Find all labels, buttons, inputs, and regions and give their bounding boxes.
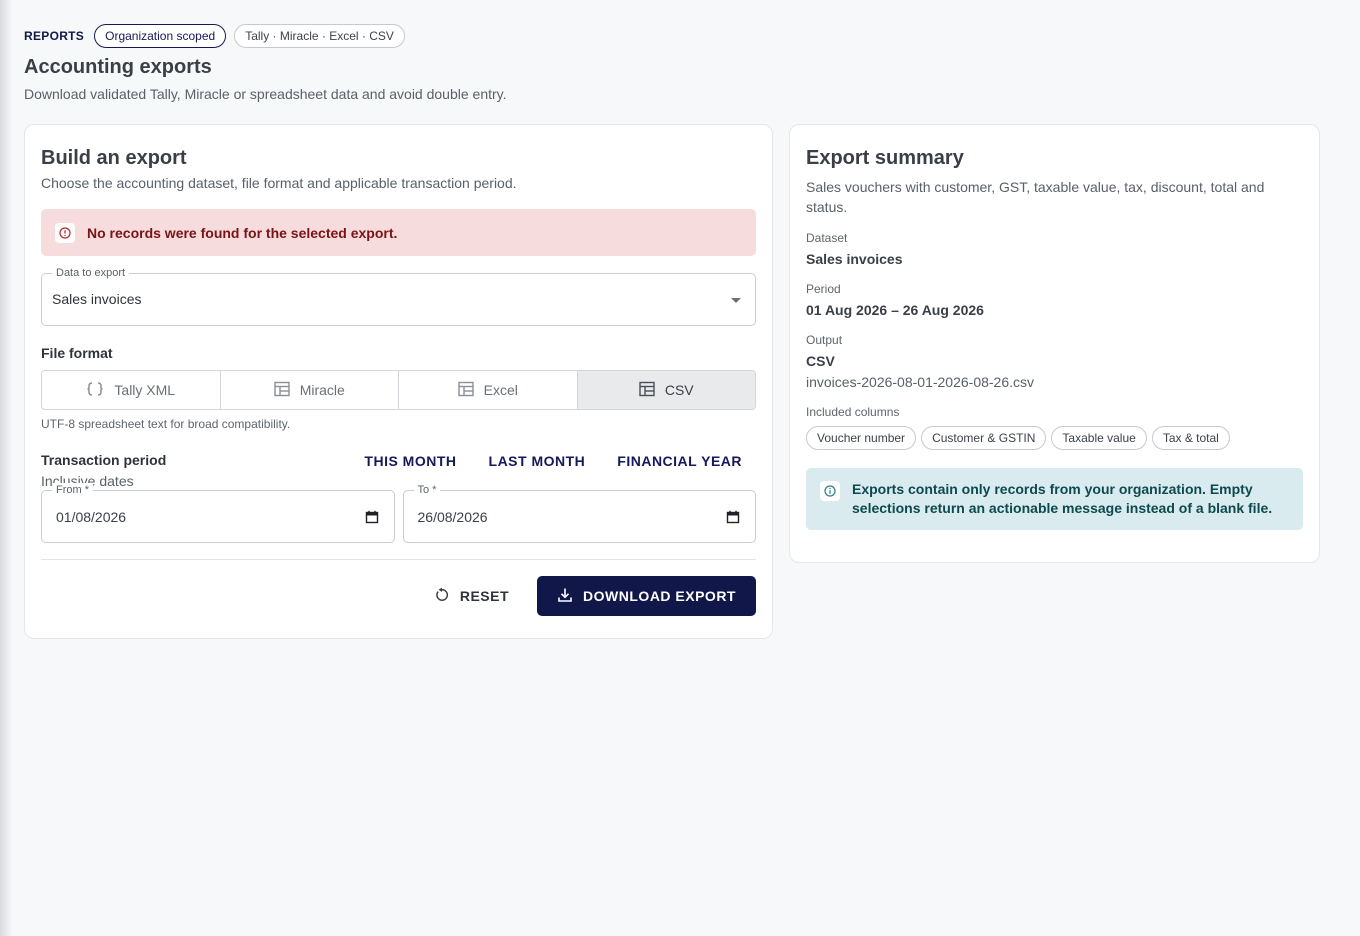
formats-chip: Tally · Miracle · Excel · CSV bbox=[234, 24, 405, 48]
dataset-select-value: Sales invoices bbox=[52, 291, 142, 307]
summary-period: Period 01 Aug 2026 – 26 Aug 2026 bbox=[806, 282, 1303, 319]
column-chip-list: Voucher number Customer & GSTIN Taxable … bbox=[806, 426, 1303, 450]
build-card-subtitle: Choose the accounting dataset, file form… bbox=[41, 175, 517, 191]
this-month-button[interactable]: THIS MONTH bbox=[350, 452, 470, 470]
financial-year-button[interactable]: FINANCIAL YEAR bbox=[603, 452, 756, 470]
error-icon bbox=[55, 222, 75, 243]
dataset-select-label: Data to export bbox=[52, 266, 130, 280]
scope-chip: Organization scoped bbox=[94, 24, 227, 48]
caret-down-icon bbox=[731, 298, 741, 303]
page-title: Accounting exports bbox=[24, 56, 212, 78]
dataset-value: Sales invoices bbox=[806, 251, 903, 267]
format-option-label: Excel bbox=[483, 382, 518, 398]
dataset-label: Dataset bbox=[806, 231, 848, 245]
download-button-label: DOWNLOAD EXPORT bbox=[583, 588, 736, 604]
format-option-excel[interactable]: Excel bbox=[399, 371, 578, 409]
dataset-select[interactable]: Data to export Sales invoices bbox=[41, 266, 756, 326]
actions-divider bbox=[41, 559, 756, 560]
quick-period-buttons: THIS MONTH LAST MONTH FINANCIAL YEAR bbox=[350, 452, 756, 470]
columns-label: Included columns bbox=[806, 405, 900, 419]
period-title: Transaction period bbox=[41, 452, 167, 468]
calendar-icon[interactable] bbox=[726, 510, 740, 529]
calendar-icon[interactable] bbox=[365, 510, 379, 529]
output-value: CSV bbox=[806, 353, 835, 369]
page-subtitle: Download validated Tally, Miracle or spr… bbox=[24, 86, 507, 102]
alert-message: No records were found for the selected e… bbox=[87, 224, 398, 241]
date-range: From * 01/08/2026 To * 26/08/2026 bbox=[41, 483, 756, 543]
transaction-period-header: Transaction period Inclusive dates THIS … bbox=[41, 451, 756, 489]
scope-info-alert: Exports contain only records from your o… bbox=[806, 468, 1303, 530]
to-date-input[interactable]: To * 26/08/2026 bbox=[402, 483, 756, 543]
column-chip: Tax & total bbox=[1151, 426, 1230, 450]
from-date-label: From * bbox=[52, 483, 93, 497]
section-eyebrow: REPORTS bbox=[24, 29, 85, 43]
drawer-edge-shadow bbox=[0, 0, 12, 936]
file-format-label: File format bbox=[41, 345, 113, 361]
format-option-label: Miracle bbox=[299, 382, 345, 398]
to-date-value: 26/08/2026 bbox=[417, 509, 488, 525]
table-icon bbox=[457, 381, 474, 400]
download-export-button[interactable]: DOWNLOAD EXPORT bbox=[537, 576, 756, 616]
period-value: 01 Aug 2026 – 26 Aug 2026 bbox=[806, 302, 984, 318]
summary-card-title: Export summary bbox=[806, 147, 964, 169]
column-chip: Taxable value bbox=[1051, 426, 1147, 450]
build-card-title: Build an export bbox=[41, 147, 187, 169]
no-records-alert: No records were found for the selected e… bbox=[41, 209, 756, 256]
summary-output: Output CSV invoices-2026-08-01-2026-08-2… bbox=[806, 333, 1303, 391]
from-date-input[interactable]: From * 01/08/2026 bbox=[41, 483, 395, 543]
format-option-label: CSV bbox=[664, 382, 694, 398]
format-option-tally-xml[interactable]: Tally XML bbox=[42, 371, 221, 409]
download-icon bbox=[557, 587, 573, 606]
output-filename: invoices-2026-08-01-2026-08-26.csv bbox=[806, 374, 1035, 390]
build-export-card: Build an export Choose the accounting da… bbox=[24, 124, 773, 639]
table-icon bbox=[273, 381, 290, 400]
format-hint: UTF-8 spreadsheet text for broad compati… bbox=[41, 417, 291, 431]
from-date-value: 01/08/2026 bbox=[56, 509, 127, 525]
file-format-toggle-group: Tally XML Miracle Excel CSV bbox=[41, 370, 756, 410]
reset-button[interactable]: RESET bbox=[418, 577, 525, 616]
export-summary-card: Export summary Sales vouchers with custo… bbox=[789, 124, 1320, 563]
column-chip: Voucher number bbox=[806, 426, 917, 450]
last-month-button[interactable]: LAST MONTH bbox=[475, 452, 600, 470]
accounting-exports-page: REPORTS Organization scoped Tally · Mira… bbox=[24, 24, 1320, 639]
summary-columns: Included columns Voucher number Customer… bbox=[806, 405, 1303, 450]
format-option-miracle[interactable]: Miracle bbox=[221, 371, 399, 409]
format-option-label: Tally XML bbox=[114, 382, 176, 398]
reset-icon bbox=[434, 587, 450, 606]
output-label: Output bbox=[806, 333, 843, 347]
code-braces-icon bbox=[86, 381, 104, 400]
summary-dataset: Dataset Sales invoices bbox=[806, 231, 1303, 268]
info-message: Exports contain only records from your o… bbox=[852, 481, 1273, 516]
to-date-label: To * bbox=[413, 483, 441, 497]
header-meta: REPORTS Organization scoped Tally · Mira… bbox=[24, 24, 1320, 48]
reset-button-label: RESET bbox=[459, 588, 510, 604]
period-label: Period bbox=[806, 282, 841, 296]
summary-description: Sales vouchers with customer, GST, taxab… bbox=[806, 179, 1265, 215]
info-icon bbox=[820, 481, 840, 501]
table-icon bbox=[639, 381, 655, 400]
format-option-csv[interactable]: CSV bbox=[577, 371, 755, 409]
form-actions: RESET DOWNLOAD EXPORT bbox=[41, 576, 756, 616]
column-chip: Customer & GSTIN bbox=[921, 426, 1047, 450]
